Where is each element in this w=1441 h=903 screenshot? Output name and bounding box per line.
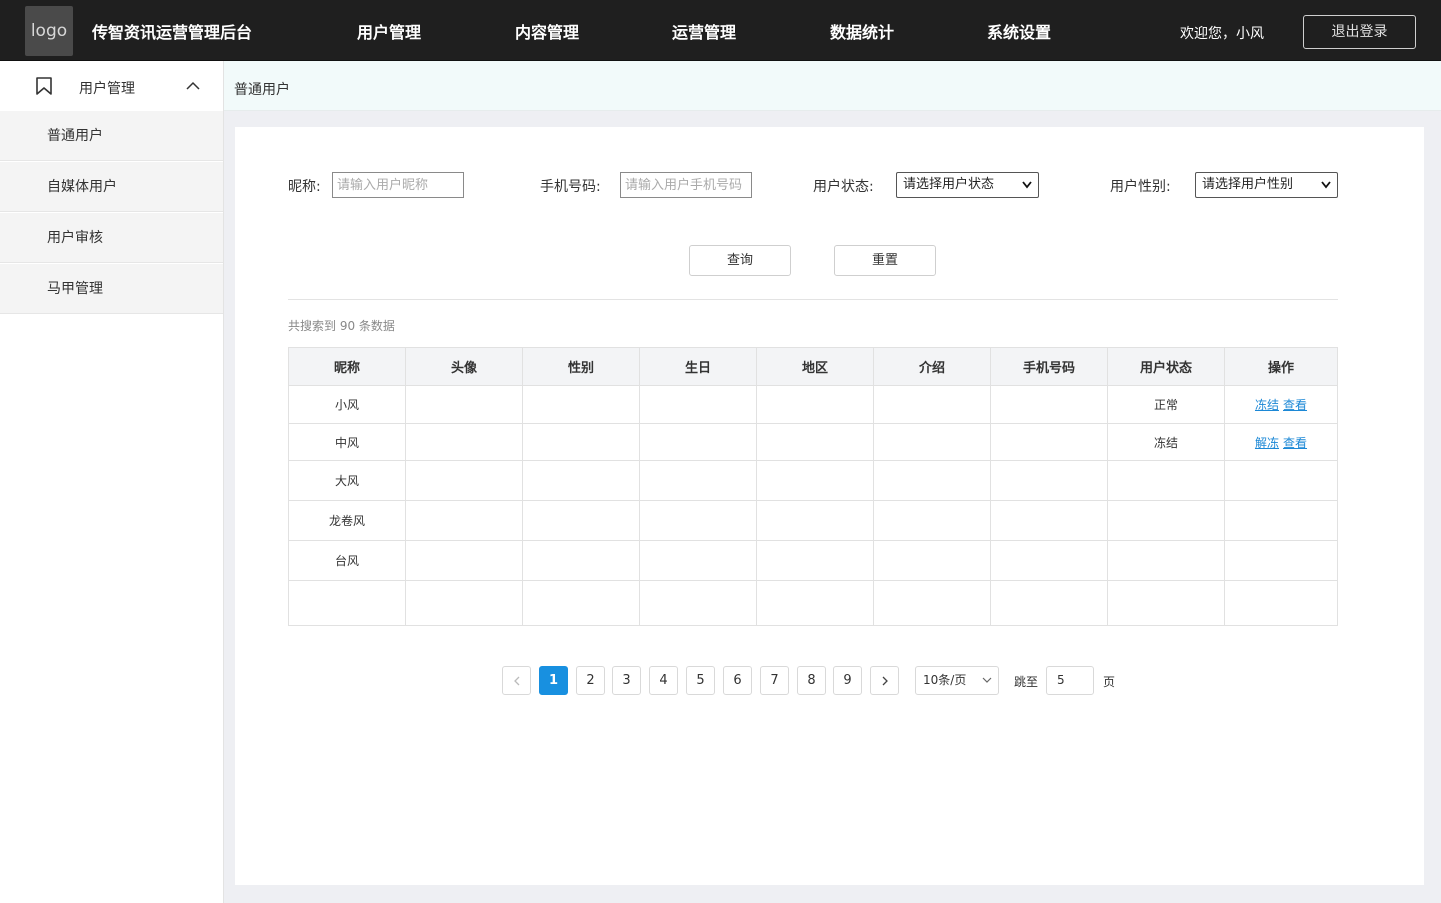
page-button-5[interactable]: 5: [686, 666, 715, 695]
cell-status: 正常: [1107, 385, 1225, 424]
freeze-link[interactable]: 冻结: [1255, 398, 1279, 412]
phone-input[interactable]: [620, 172, 752, 198]
view-link[interactable]: 查看: [1283, 436, 1307, 450]
nav-operations-management[interactable]: 运营管理: [672, 19, 736, 43]
status-label: 用户状态:: [813, 179, 874, 195]
cell-nickname: 中风: [288, 423, 406, 461]
table-row: 小风 正常 冻结 查看: [288, 385, 1338, 424]
column-header: 头像: [405, 347, 523, 386]
result-count: 共搜索到 90 条数据: [288, 319, 395, 333]
cell-nickname: 小风: [288, 385, 406, 424]
column-header: 地区: [756, 347, 874, 386]
column-header: 用户状态: [1107, 347, 1225, 386]
logout-button[interactable]: 退出登录: [1303, 15, 1416, 49]
cell-nickname: 龙卷风: [288, 500, 406, 541]
page-button-6[interactable]: 6: [723, 666, 752, 695]
sidebar: 用户管理 普通用户 自媒体用户 用户审核 马甲管理: [0, 61, 224, 903]
chevron-left-icon: [513, 676, 519, 686]
nav-user-management[interactable]: 用户管理: [357, 19, 421, 43]
next-page-button[interactable]: [870, 666, 899, 695]
nickname-input[interactable]: [332, 172, 464, 198]
table-row: 龙卷风: [288, 500, 1338, 541]
sidebar-item-user-review[interactable]: 用户审核: [0, 213, 223, 263]
nav-system-settings[interactable]: 系统设置: [987, 19, 1051, 43]
unfreeze-link[interactable]: 解冻: [1255, 436, 1279, 450]
cell-actions: 解冻 查看: [1224, 423, 1338, 461]
welcome-text: 欢迎您，小风: [1180, 26, 1264, 42]
page-button-2[interactable]: 2: [576, 666, 605, 695]
table-row: 大风: [288, 460, 1338, 501]
column-header: 介绍: [873, 347, 991, 386]
nickname-label: 昵称:: [288, 179, 321, 195]
breadcrumb: 普通用户: [224, 61, 1441, 111]
page-button-9[interactable]: 9: [833, 666, 862, 695]
jump-page-input[interactable]: 5: [1046, 666, 1094, 695]
sidebar-item-regular-users[interactable]: 普通用户: [0, 111, 223, 161]
breadcrumb-current: 普通用户: [234, 82, 290, 98]
column-header: 性别: [522, 347, 640, 386]
page-button-7[interactable]: 7: [760, 666, 789, 695]
divider: [288, 299, 1338, 300]
sidebar-item-media-users[interactable]: 自媒体用户: [0, 162, 223, 212]
table-row: 中风 冻结 解冻 查看: [288, 423, 1338, 461]
logo: logo: [25, 6, 73, 56]
chevron-down-icon: [982, 677, 992, 683]
nav-content-management[interactable]: 内容管理: [515, 19, 579, 43]
table-row: [288, 580, 1338, 626]
table-row: 台风: [288, 540, 1338, 581]
column-header: 生日: [639, 347, 757, 386]
page-button-3[interactable]: 3: [612, 666, 641, 695]
gender-select-value: 请选择用户性别: [1202, 177, 1294, 192]
table-header-row: 昵称 头像 性别 生日 地区 介绍 手机号码 用户状态 操作: [288, 347, 1338, 386]
cell-status: 冻结: [1107, 423, 1225, 461]
prev-page-button[interactable]: [502, 666, 531, 695]
status-select-value: 请选择用户状态: [903, 177, 995, 192]
cell-nickname: 大风: [288, 460, 406, 501]
page-size-select[interactable]: 10条/页: [915, 666, 999, 695]
chevron-right-icon: [882, 676, 888, 686]
chevron-down-icon: [1321, 181, 1331, 189]
user-table: 昵称 头像 性别 生日 地区 介绍 手机号码 用户状态 操作 小风 正常 冻结查…: [288, 347, 1338, 626]
gender-label: 用户性别:: [1110, 179, 1171, 195]
reset-button[interactable]: 重置: [834, 245, 936, 276]
page-suffix: 页: [1103, 675, 1116, 689]
cell-actions: 冻结 查看: [1224, 385, 1338, 424]
jump-label: 跳至: [1014, 675, 1039, 689]
sidebar-item-vest-management[interactable]: 马甲管理: [0, 264, 223, 314]
cell-nickname: 台风: [288, 540, 406, 581]
column-header: 操作: [1224, 347, 1338, 386]
page-button-8[interactable]: 8: [797, 666, 826, 695]
bookmark-icon: [36, 77, 52, 95]
sidebar-group-label: 用户管理: [79, 81, 135, 97]
page-size-value: 10条/页: [923, 673, 967, 687]
sidebar-group-user-management[interactable]: 用户管理: [0, 61, 223, 111]
chevron-down-icon: [1022, 181, 1032, 189]
query-button[interactable]: 查询: [689, 245, 791, 276]
page-button-1[interactable]: 1: [539, 666, 568, 695]
page-button-4[interactable]: 4: [649, 666, 678, 695]
view-link[interactable]: 查看: [1283, 398, 1307, 412]
chevron-up-icon: [186, 81, 200, 90]
gender-select[interactable]: 请选择用户性别: [1195, 172, 1338, 198]
app-title: 传智资讯运营管理后台: [92, 23, 253, 42]
status-select[interactable]: 请选择用户状态: [896, 172, 1039, 198]
phone-label: 手机号码:: [540, 179, 601, 195]
top-bar: logo 传智资讯运营管理后台 用户管理 内容管理 运营管理 数据统计 系统设置…: [0, 0, 1441, 61]
column-header: 昵称: [288, 347, 406, 386]
nav-data-statistics[interactable]: 数据统计: [830, 19, 894, 43]
column-header: 手机号码: [990, 347, 1108, 386]
